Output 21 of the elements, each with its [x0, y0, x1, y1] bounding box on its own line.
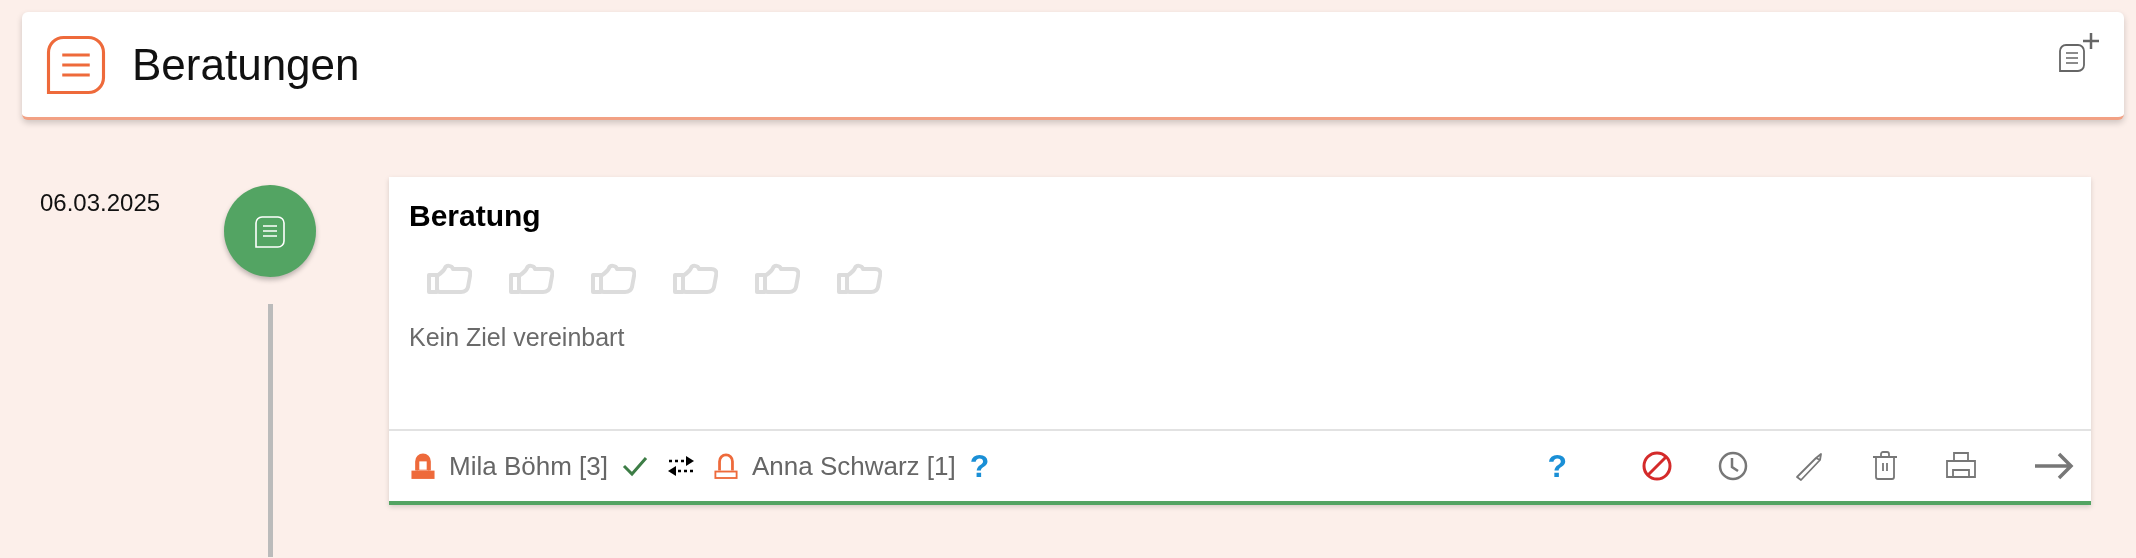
goal-text: Kein Ziel vereinbart	[409, 323, 625, 352]
card-title: Beratung	[409, 199, 541, 233]
thumb-up-icon[interactable]	[590, 263, 636, 295]
question-mark[interactable]: ?	[969, 447, 990, 485]
thumb-up-icon[interactable]	[672, 263, 718, 295]
help-button[interactable]: ?	[1547, 447, 1567, 485]
check-icon	[621, 455, 648, 477]
prohibited-icon[interactable]	[1641, 450, 1673, 482]
participant-name[interactable]: Mila Böhm [3]	[449, 450, 608, 482]
arrow-right-icon[interactable]	[2033, 450, 2075, 482]
chat-list-icon	[46, 34, 106, 95]
thumb-up-icon[interactable]	[836, 263, 882, 295]
participant-name[interactable]: Anna Schwarz [1]	[751, 450, 956, 482]
thumb-up-icon[interactable]	[754, 263, 800, 295]
page-title: Beratungen	[132, 39, 361, 90]
thumb-up-icon[interactable]	[426, 263, 472, 295]
entry-date: 06.03.2025	[40, 189, 161, 216]
thumb-up-icon[interactable]	[508, 263, 554, 295]
clock-icon[interactable]	[1717, 450, 1749, 482]
consultation-badge-icon	[224, 185, 316, 277]
pencil-icon[interactable]	[1793, 450, 1825, 482]
